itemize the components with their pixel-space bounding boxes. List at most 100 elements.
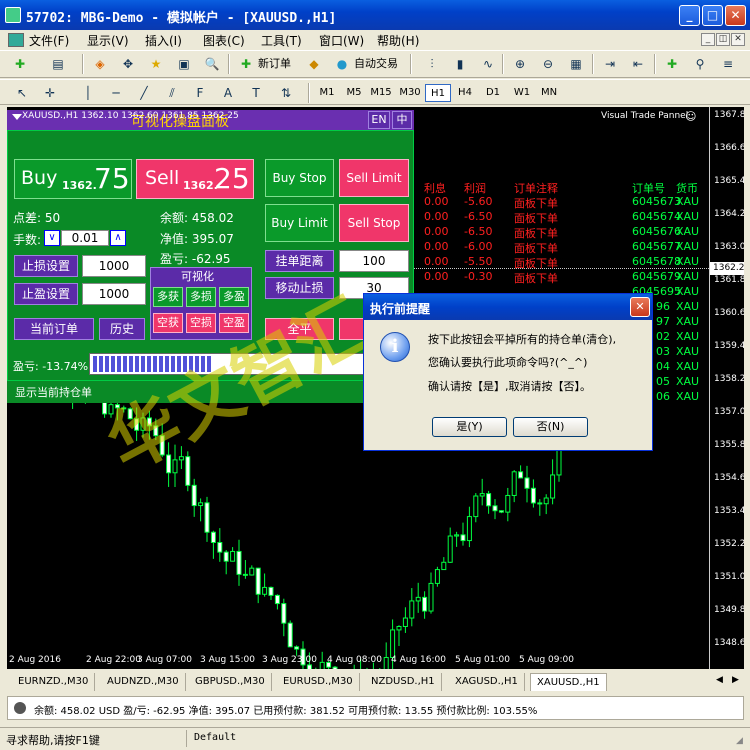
lots-decrease-button[interactable]: ∨ — [44, 230, 60, 246]
line-chart-icon[interactable]: ∿ — [478, 54, 498, 74]
profiles-icon[interactable]: ▤ — [48, 54, 68, 74]
mdi-minimize-icon[interactable]: _ — [701, 33, 715, 46]
tf-w1[interactable]: W1 — [509, 84, 535, 102]
new-order-button[interactable]: 新订单 — [258, 54, 291, 74]
tab-scroll-right-icon[interactable]: ▶ — [732, 675, 739, 685]
buy-limit-button[interactable]: Buy Limit — [265, 204, 334, 242]
sl-settings-button[interactable]: 止损设置 — [14, 255, 78, 277]
mdi-restore-icon[interactable]: ◫ — [716, 33, 730, 46]
yes-button[interactable]: 是(Y) — [432, 417, 507, 437]
bar-chart-icon[interactable]: ⫶ — [422, 54, 442, 74]
history-button[interactable]: 历史 — [99, 318, 145, 340]
tf-d1[interactable]: D1 — [480, 84, 506, 102]
current-price-label: 1362.25 — [710, 262, 744, 275]
tab-xauusd[interactable]: XAUUSD.,H1 — [530, 673, 607, 691]
tab-xagusd[interactable]: XAGUSD.,H1 — [449, 673, 525, 691]
zoom-out-icon[interactable]: ⊖ — [538, 54, 558, 74]
tp-input[interactable]: 1000 — [82, 283, 146, 305]
mdi-close-icon[interactable]: ✕ — [731, 33, 745, 46]
auto-scroll-icon[interactable]: ⇥ — [600, 54, 620, 74]
long-stoploss-button[interactable]: 多损 — [186, 287, 216, 307]
tf-m15[interactable]: M15 — [368, 84, 394, 102]
order-symbol-partial: XAU — [676, 330, 700, 343]
terminal-icon[interactable]: ▣ — [174, 54, 194, 74]
search-icon[interactable]: ⚲ — [690, 54, 710, 74]
tf-h1[interactable]: H1 — [425, 84, 451, 102]
channel-icon[interactable]: ⫽ — [162, 83, 182, 103]
short-takeprofit-button[interactable]: 空获 — [153, 313, 183, 333]
tf-h4[interactable]: H4 — [452, 84, 478, 102]
lots-input[interactable]: 0.01 — [61, 230, 109, 246]
tf-m30[interactable]: M30 — [397, 84, 423, 102]
lang-cn-button[interactable]: 中 — [392, 111, 412, 129]
order-id-partial: 96 — [656, 300, 670, 313]
auto-trading-button[interactable]: 自动交易 — [354, 54, 398, 74]
horizontal-line-icon[interactable]: ─ — [106, 83, 126, 103]
close-button[interactable]: ✕ — [725, 5, 746, 26]
no-button[interactable]: 否(N) — [513, 417, 588, 437]
resize-grip-icon[interactable]: ◢ — [736, 736, 743, 746]
text-icon[interactable]: A — [218, 83, 238, 103]
order-cell: 面板下单 — [514, 257, 558, 270]
long-takeprofit-button[interactable]: 多获 — [153, 287, 183, 307]
sell-stop-button[interactable]: Sell Stop — [339, 204, 409, 242]
price-label: 1348.60 — [714, 638, 744, 648]
lang-en-button[interactable]: EN — [368, 111, 390, 129]
cursor-icon[interactable]: ↖ — [12, 83, 32, 103]
menu-tools[interactable]: 工具(T) — [261, 32, 302, 49]
arrows-icon[interactable]: ⇅ — [276, 83, 296, 103]
sell-button[interactable]: Sell 1362. 25 — [136, 159, 254, 199]
minimize-button[interactable]: _ — [679, 5, 700, 26]
market-watch-icon[interactable]: ◈ — [90, 54, 110, 74]
navigator-icon[interactable]: ✥ — [118, 54, 138, 74]
zoom-in-icon[interactable]: ⊕ — [510, 54, 530, 74]
lots-label: 手数: — [13, 233, 42, 247]
buy-button[interactable]: Buy 1362. 75 — [14, 159, 132, 199]
tf-m1[interactable]: M1 — [314, 84, 340, 102]
crosshair-icon[interactable]: ✛ — [40, 83, 60, 103]
menu-window[interactable]: 窗口(W) — [319, 32, 364, 49]
sl-input[interactable]: 1000 — [82, 255, 146, 277]
favorites-icon[interactable]: ★ — [146, 54, 166, 74]
menu-file[interactable]: 文件(F) — [29, 32, 69, 49]
maximize-button[interactable]: □ — [702, 5, 723, 26]
menu-insert[interactable]: 插入(I) — [145, 32, 182, 49]
menu-icon[interactable]: ≡ — [718, 54, 738, 74]
pending-distance-input[interactable]: 100 — [339, 250, 409, 272]
lots-increase-button[interactable]: ∧ — [110, 230, 126, 246]
tab-audnzd[interactable]: AUDNZD.,M30 — [101, 673, 186, 691]
buy-stop-button[interactable]: Buy Stop — [265, 159, 334, 197]
menu-view[interactable]: 显示(V) — [87, 32, 129, 49]
new-chart-icon[interactable]: ✚ — [10, 54, 30, 74]
tile-windows-icon[interactable]: ▦ — [566, 54, 586, 74]
current-orders-button[interactable]: 当前订单 — [14, 318, 94, 340]
tf-m5[interactable]: M5 — [341, 84, 367, 102]
tab-nzdusd[interactable]: NZDUSD.,H1 — [365, 673, 442, 691]
menu-chart[interactable]: 图表(C) — [203, 32, 245, 49]
pending-distance-button[interactable]: 挂单距离 — [265, 250, 334, 272]
tab-eurnzd[interactable]: EURNZD.,M30 — [12, 673, 96, 691]
auto-trading-icon[interactable]: ● — [332, 54, 352, 74]
new-order-icon[interactable]: ✚ — [236, 54, 256, 74]
dialog-close-button[interactable]: ✕ — [630, 297, 650, 317]
menu-help[interactable]: 帮助(H) — [377, 32, 419, 49]
strategy-tester-icon[interactable]: 🔍 — [202, 54, 222, 74]
text-label-icon[interactable]: T — [246, 83, 266, 103]
indicators-icon[interactable]: ✚ — [662, 54, 682, 74]
trendline-icon[interactable]: ╱ — [134, 83, 154, 103]
tf-mn[interactable]: MN — [536, 84, 562, 102]
vertical-line-icon[interactable]: │ — [78, 83, 98, 103]
chart-shift-icon[interactable]: ⇤ — [628, 54, 648, 74]
metaeditor-icon[interactable]: ◆ — [304, 54, 324, 74]
short-stoploss-button[interactable]: 空损 — [186, 313, 216, 333]
tab-scroll-left-icon[interactable]: ◀ — [716, 675, 723, 685]
tp-settings-button[interactable]: 止盈设置 — [14, 283, 78, 305]
tab-gbpusd[interactable]: GBPUSD.,M30 — [189, 673, 272, 691]
long-profit-button[interactable]: 多盈 — [219, 287, 249, 307]
collapse-icon[interactable] — [12, 114, 22, 120]
tab-eurusd[interactable]: EURUSD.,M30 — [277, 673, 360, 691]
fibonacci-icon[interactable]: F — [190, 83, 210, 103]
sell-limit-button[interactable]: Sell Limit — [339, 159, 409, 197]
candle-body — [319, 661, 325, 669]
candlestick-icon[interactable]: ▮ — [450, 54, 470, 74]
